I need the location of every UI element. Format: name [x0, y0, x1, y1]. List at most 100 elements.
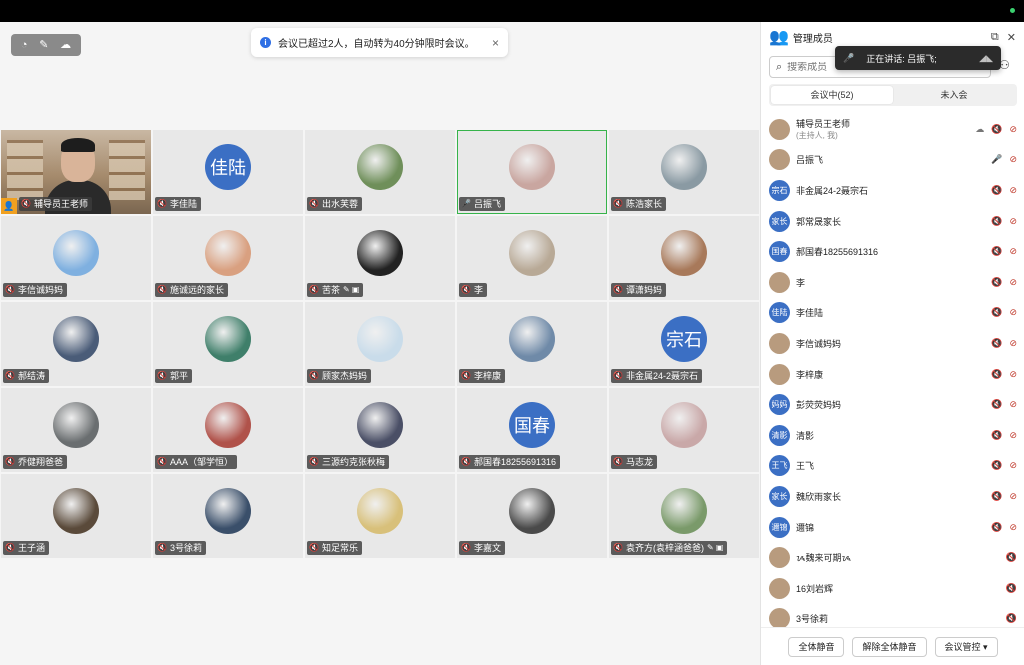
tab-in-meeting[interactable]: 会议中(52) — [771, 86, 893, 104]
member-info: 李佳陆 — [796, 306, 991, 319]
mic-muted-icon[interactable]: 🔇 — [991, 399, 1002, 410]
video-off-icon[interactable]: ⊘ — [1009, 185, 1017, 196]
video-off-icon[interactable]: ⊘ — [1009, 460, 1017, 471]
member-info: 邇锦 — [796, 521, 991, 534]
video-tile[interactable]: 🔇 顾家杰妈妈 — [305, 302, 455, 386]
video-off-icon[interactable]: ⊘ — [1009, 307, 1017, 318]
cloud-icon[interactable]: ☁ — [60, 34, 71, 56]
mute-all-button[interactable]: 全体静音 — [788, 636, 845, 657]
mic-muted-icon[interactable]: 🔇 — [1006, 613, 1017, 624]
video-tile[interactable]: 🔇 李梓康 — [457, 302, 607, 386]
mic-muted-icon: 🔇 — [613, 371, 623, 380]
layout-icon[interactable]: ◔ — [21, 34, 28, 56]
list-item[interactable]: 王飞 王飞 🔇 ⊘ — [761, 451, 1024, 482]
video-off-icon[interactable]: ⊘ — [1009, 277, 1017, 288]
video-off-icon[interactable]: ⊘ — [1009, 491, 1017, 502]
unmute-all-button[interactable]: 解除全体静音 — [852, 636, 927, 657]
video-tile[interactable]: 🔇 施诚远的家长 — [153, 216, 303, 300]
video-tile[interactable]: 👤 🔇 辅导员王老师 — [1, 130, 151, 214]
video-tile[interactable]: 佳陆 🔇 李佳陆 — [153, 130, 303, 214]
mic-muted-icon[interactable]: 🔇 — [991, 430, 1002, 441]
mic-muted-icon[interactable]: 🔇 — [991, 307, 1002, 318]
video-off-icon[interactable]: ⊘ — [1009, 124, 1017, 135]
video-off-icon[interactable]: ⊘ — [1009, 338, 1017, 349]
video-tile[interactable]: 🔇 知足常乐 — [305, 474, 455, 558]
meeting-controls-button[interactable]: 会议管控 ▾ — [934, 636, 998, 657]
video-tile[interactable]: 🔇 出水芙蓉 — [305, 130, 455, 214]
list-item[interactable]: 李梓康 🔇 ⊘ — [761, 359, 1024, 390]
video-tile[interactable]: 🔇 三源约克张秋梅 — [305, 388, 455, 472]
video-tile[interactable]: 国春 🔇 郝国春18255691316 — [457, 388, 607, 472]
popout-icon[interactable]: ⧉ — [991, 31, 999, 44]
mic-muted-icon[interactable]: 🔇 — [991, 246, 1002, 257]
tab-not-joined[interactable]: 未入会 — [893, 86, 1015, 104]
video-off-icon[interactable]: ⊘ — [1009, 246, 1017, 257]
list-item[interactable]: 佳陆 李佳陆 🔇 ⊘ — [761, 298, 1024, 329]
video-tile[interactable]: 宗石 🔇 非金属24-2聂宗石 — [609, 302, 759, 386]
status-dot-icon — [1010, 8, 1015, 13]
mic-muted-icon[interactable]: 🔇 — [991, 216, 1002, 227]
mic-muted-icon[interactable]: 🔇 — [991, 277, 1002, 288]
video-tile[interactable]: 🔇 郭平 — [153, 302, 303, 386]
tile-name-tag: 🔇 李 — [459, 283, 487, 297]
mic-muted-icon[interactable]: 🔇 — [1006, 583, 1017, 594]
list-item[interactable]: 家长 魏欣雨家长 🔇 ⊘ — [761, 481, 1024, 512]
toast-close-icon[interactable]: × — [492, 36, 499, 50]
member-avatar: 妈妈 — [769, 394, 790, 416]
video-off-icon[interactable]: ⊘ — [1009, 399, 1017, 410]
mic-muted-icon: 🔇 — [309, 457, 319, 466]
mic-muted-icon[interactable]: 🔇 — [1006, 552, 1017, 563]
list-item[interactable]: 清影 清影 🔇 ⊘ — [761, 420, 1024, 451]
list-item[interactable]: 妈妈 彭荧荧妈妈 🔇 ⊘ — [761, 389, 1024, 420]
video-stage: ◔ ✎ ☁ i 会议已超过2人，自动转为40分钟限时会议。 × 👤 🔇 辅导员王老师… — [0, 22, 760, 665]
mic-muted-icon[interactable]: 🔇 — [991, 522, 1002, 533]
list-item[interactable]: 吕振飞 🎤 ⊘ — [761, 145, 1024, 176]
list-item[interactable]: 李信诚妈妈 🔇 ⊘ — [761, 328, 1024, 359]
video-tile[interactable]: 🔇 李信诚妈妈 — [1, 216, 151, 300]
video-tile[interactable]: 🔇 苦茶 ✎ ▣ — [305, 216, 455, 300]
list-item[interactable]: 家长 郭常晟家长 🔇 ⊘ — [761, 206, 1024, 237]
video-off-icon[interactable]: ⊘ — [1009, 369, 1017, 380]
video-tile[interactable]: 🔇 谭潇妈妈 — [609, 216, 759, 300]
video-off-icon[interactable]: ⊘ — [1009, 522, 1017, 533]
annotate-icon[interactable]: ✎ — [39, 34, 48, 56]
list-item[interactable]: 辅导员王老师 (主持人, 我) ☁ 🔇 ⊘ — [761, 114, 1024, 145]
member-name: 李信诚妈妈 — [796, 338, 842, 349]
list-item[interactable]: 宗石 非金属24-2聂宗石 🔇 ⊘ — [761, 175, 1024, 206]
participant-name: 王子涵 — [17, 543, 45, 553]
mic-muted-icon[interactable]: 🔇 — [991, 369, 1002, 380]
video-off-icon[interactable]: ⊘ — [1009, 154, 1017, 165]
mic-muted-icon[interactable]: 🔇 — [991, 124, 1002, 135]
video-tile[interactable]: 🔇 李嘉文 — [457, 474, 607, 558]
video-tile[interactable]: 🎤 吕振飞 — [457, 130, 607, 214]
video-tile[interactable]: 🔇 马志龙 — [609, 388, 759, 472]
video-tile[interactable]: 🔇 袁齐方(袁梓涵爸爸) ✎ ▣ — [609, 474, 759, 558]
video-tile[interactable]: 🔇 陈浩家长 — [609, 130, 759, 214]
mic-muted-icon[interactable]: 🔇 — [991, 185, 1002, 196]
mic-muted-icon[interactable]: 🔇 — [991, 338, 1002, 349]
video-tile[interactable]: 🔇 乔健翔爸爸 — [1, 388, 151, 472]
video-tile[interactable]: 🔇 郝结涛 — [1, 302, 151, 386]
mic-muted-icon[interactable]: 🔇 — [991, 491, 1002, 502]
member-status-icons: 🔇 ⊘ — [991, 491, 1017, 502]
video-tile[interactable]: 🔇 AAA（邹学恒） — [153, 388, 303, 472]
member-info: 3号徐莉 — [796, 612, 1006, 625]
video-tile[interactable]: 🔇 李 — [457, 216, 607, 300]
mic-on-icon[interactable]: 🎤 — [991, 154, 1002, 165]
list-item[interactable]: 邇锦 邇锦 🔇 ⊘ — [761, 512, 1024, 543]
member-name: 3号徐莉 — [796, 614, 829, 625]
member-avatar — [769, 271, 790, 293]
list-item[interactable]: 国春 郝国春18255691316 🔇 ⊘ — [761, 236, 1024, 267]
video-off-icon[interactable]: ⊘ — [1009, 430, 1017, 441]
video-off-icon[interactable]: ⊘ — [1009, 216, 1017, 227]
list-item[interactable]: ᝰ魏来可期ᝰ 🔇 — [761, 542, 1024, 573]
view-controls[interactable]: ◔ ✎ ☁ — [11, 34, 81, 56]
video-tile[interactable]: 🔇 王子涵 — [1, 474, 151, 558]
mic-muted-icon[interactable]: 🔇 — [991, 460, 1002, 471]
participant-name: 苦茶 — [321, 285, 340, 295]
list-item[interactable]: 16刘岩辉 🔇 — [761, 573, 1024, 604]
close-panel-icon[interactable]: ✕ — [1007, 31, 1016, 44]
video-tile[interactable]: 🔇 3号徐莉 — [153, 474, 303, 558]
list-item[interactable]: 李 🔇 ⊘ — [761, 267, 1024, 298]
participant-avatar — [357, 402, 403, 448]
